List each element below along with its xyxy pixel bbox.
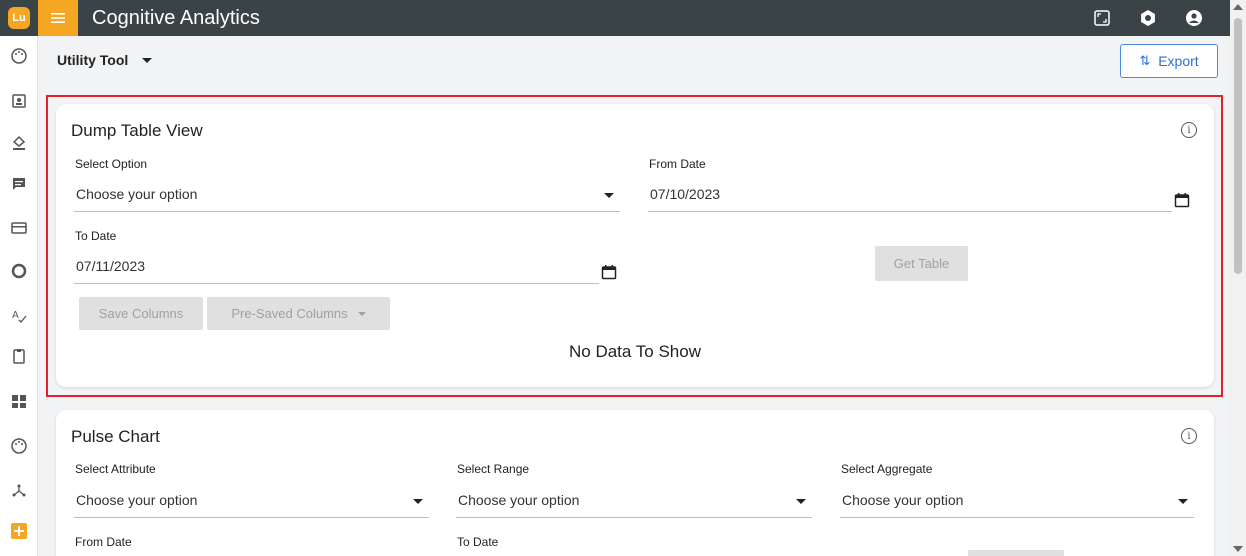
fullscreen-icon[interactable] bbox=[1092, 8, 1112, 28]
hub-icon[interactable] bbox=[9, 480, 29, 500]
select-attribute-dropdown[interactable]: Choose your option bbox=[74, 484, 429, 518]
scrollbar-thumb[interactable] bbox=[1234, 18, 1242, 274]
tool-dropdown-label: Utility Tool bbox=[57, 52, 129, 68]
left-rail: Lu A bbox=[0, 0, 38, 556]
dashboard-icon[interactable] bbox=[9, 391, 29, 411]
to-date-label: To Date bbox=[457, 535, 499, 549]
logo-badge: Lu bbox=[8, 7, 30, 29]
select-range-label: Select Range bbox=[457, 462, 530, 476]
add-icon[interactable] bbox=[9, 521, 29, 541]
select-range-value: Choose your option bbox=[458, 492, 580, 508]
person-card-icon[interactable] bbox=[9, 91, 29, 111]
settings-icon[interactable] bbox=[1138, 8, 1158, 28]
app-logo[interactable]: Lu bbox=[0, 0, 38, 36]
scroll-down-icon[interactable] bbox=[1233, 546, 1243, 552]
select-range-dropdown[interactable]: Choose your option bbox=[456, 484, 812, 518]
spellcheck-icon[interactable]: A bbox=[9, 306, 29, 326]
card-icon[interactable] bbox=[9, 218, 29, 238]
menu-button[interactable] bbox=[38, 0, 78, 36]
caret-down-icon bbox=[142, 57, 153, 63]
circle-icon[interactable] bbox=[9, 261, 29, 281]
sort-arrows-icon: ⇅ bbox=[1139, 53, 1151, 68]
export-button[interactable]: ⇅ Export bbox=[1120, 44, 1218, 78]
caret-down-icon bbox=[796, 499, 806, 504]
caret-down-icon bbox=[413, 499, 423, 504]
select-aggregate-label: Select Aggregate bbox=[841, 462, 933, 476]
svg-text:A: A bbox=[12, 310, 19, 321]
pulse-action-button[interactable] bbox=[968, 550, 1064, 556]
tool-dropdown[interactable]: Utility Tool bbox=[57, 52, 153, 68]
pulse-chart-title: Pulse Chart bbox=[71, 427, 160, 446]
hamburger-icon bbox=[51, 13, 65, 23]
selection-highlight bbox=[46, 95, 1223, 397]
top-bar: Cognitive Analytics bbox=[38, 0, 1230, 36]
scroll-up-icon[interactable] bbox=[1233, 4, 1243, 10]
from-date-label: From Date bbox=[75, 535, 132, 549]
pulse-chart-card: Pulse Chart i Select Attribute Choose yo… bbox=[56, 410, 1214, 556]
clipboard-icon[interactable] bbox=[9, 346, 29, 366]
palette-icon[interactable] bbox=[9, 436, 29, 456]
export-label: Export bbox=[1158, 53, 1199, 69]
app-title: Cognitive Analytics bbox=[92, 6, 260, 29]
info-icon[interactable]: i bbox=[1181, 428, 1197, 444]
chat-icon[interactable] bbox=[9, 174, 29, 194]
select-aggregate-value: Choose your option bbox=[842, 492, 964, 508]
page-scrollbar[interactable] bbox=[1230, 0, 1246, 556]
paint-bucket-icon[interactable] bbox=[9, 132, 29, 152]
caret-down-icon bbox=[1178, 499, 1188, 504]
palette-icon[interactable] bbox=[9, 46, 29, 66]
select-attribute-value: Choose your option bbox=[76, 492, 198, 508]
select-attribute-label: Select Attribute bbox=[75, 462, 156, 476]
select-aggregate-dropdown[interactable]: Choose your option bbox=[840, 484, 1194, 518]
account-icon[interactable] bbox=[1184, 8, 1204, 28]
